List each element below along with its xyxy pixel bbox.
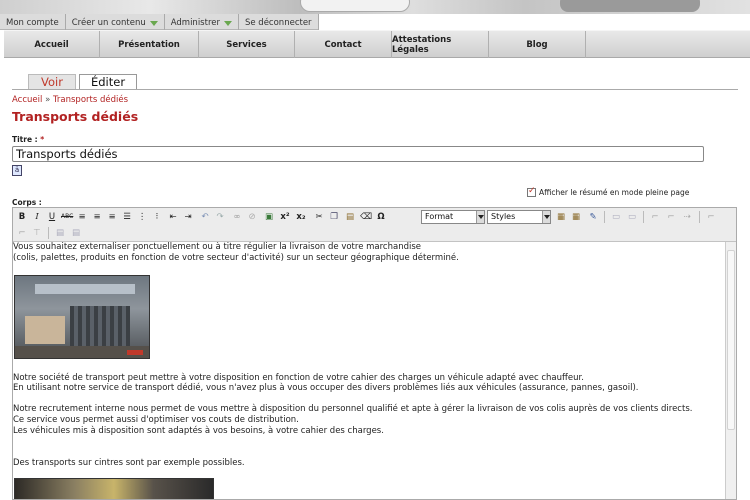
tab-edit[interactable]: Éditer xyxy=(79,74,137,89)
outdent-icon[interactable]: ⇤ xyxy=(167,211,179,223)
styles-select[interactable]: Styles xyxy=(487,210,551,224)
nav-presentation[interactable]: Présentation xyxy=(100,31,199,58)
admin-toolbar: Mon compte Créer un contenu Administrer … xyxy=(0,14,319,30)
delete-col-icon[interactable]: ⌐ xyxy=(705,211,717,223)
breadcrumb-home[interactable]: Accueil xyxy=(12,95,42,105)
bullet-list-icon[interactable]: ⁝ xyxy=(151,211,163,223)
admin-administer[interactable]: Administrer xyxy=(165,14,239,30)
warehouse-image[interactable] xyxy=(14,275,150,359)
editor-content[interactable]: Vous souhaitez externaliser ponctuelleme… xyxy=(13,242,725,499)
dropdown-arrow-icon xyxy=(223,20,232,26)
breadcrumb-separator: » xyxy=(45,95,51,105)
editor-toolbar: B I U ABC ≡ ≡ ≡ ☰ ⋮ ⁝ ⇤ ⇥ ↶ ↷ ∞ ⊘ ▣ x² x… xyxy=(13,208,736,242)
superscript-icon[interactable]: x² xyxy=(279,211,291,223)
nav-blog[interactable]: Blog xyxy=(489,31,586,58)
breadcrumb: Accueil » Transports dédiés xyxy=(12,95,128,105)
split-cell-icon[interactable]: ⌐ xyxy=(16,227,28,239)
admin-create-content[interactable]: Créer un contenu xyxy=(66,14,165,30)
align-center-icon[interactable]: ≡ xyxy=(91,211,103,223)
table-icon[interactable]: ▭ xyxy=(610,211,622,223)
numbered-list-icon[interactable]: ⋮ xyxy=(136,211,148,223)
merge-cell-icon[interactable]: ⊤ xyxy=(31,227,43,239)
paste-word-icon[interactable]: ▦ xyxy=(570,211,582,223)
editor-scrollbar[interactable] xyxy=(725,242,736,499)
paste-text-icon[interactable]: ▦ xyxy=(555,211,567,223)
cut-icon[interactable]: ✂ xyxy=(313,211,325,223)
summary-checkbox[interactable] xyxy=(527,186,536,197)
tab-view[interactable]: Voir xyxy=(28,74,76,89)
admin-my-account[interactable]: Mon compte xyxy=(0,14,66,30)
table-props-icon[interactable]: ▤ xyxy=(54,227,66,239)
transliterate-icon[interactable]: ä xyxy=(12,165,22,176)
unlink-icon[interactable]: ⊘ xyxy=(246,211,258,223)
undo-icon[interactable]: ↶ xyxy=(199,211,211,223)
delete-row-icon[interactable]: ⌐ xyxy=(665,211,677,223)
indent-icon[interactable]: ⇥ xyxy=(182,211,194,223)
edit-source-icon[interactable]: ✎ xyxy=(587,211,599,223)
italic-icon[interactable]: I xyxy=(31,211,43,223)
format-select[interactable]: Format xyxy=(421,210,485,224)
nav-contact[interactable]: Contact xyxy=(295,31,392,58)
align-left-icon[interactable]: ≡ xyxy=(76,211,88,223)
insert-row-icon[interactable]: ⌐ xyxy=(649,211,661,223)
justify-icon[interactable]: ☰ xyxy=(121,211,133,223)
chevron-down-icon xyxy=(476,211,484,223)
hr-icon[interactable]: ▭ xyxy=(626,211,638,223)
title-input[interactable] xyxy=(12,146,704,162)
redo-icon[interactable]: ↷ xyxy=(214,211,226,223)
main-navigation: Accueil Présentation Services Contact At… xyxy=(4,30,750,58)
admin-logout[interactable]: Se déconnecter xyxy=(239,14,319,30)
rich-text-editor: B I U ABC ≡ ≡ ≡ ☰ ⋮ ⁝ ⇤ ⇥ ↶ ↷ ∞ ⊘ ▣ x² x… xyxy=(12,207,737,500)
subscript-icon[interactable]: x₂ xyxy=(295,211,307,223)
link-icon[interactable]: ∞ xyxy=(231,211,243,223)
summary-option: Afficher le résumé en mode pleine page xyxy=(527,186,690,197)
cintres-image[interactable] xyxy=(14,478,214,499)
chevron-down-icon xyxy=(542,211,550,223)
strike-icon[interactable]: ABC xyxy=(61,211,73,223)
paste-icon[interactable]: ▤ xyxy=(344,211,356,223)
remove-format-icon[interactable]: ⌫ xyxy=(360,211,372,223)
nav-attestations[interactable]: Attestations Légales xyxy=(392,31,489,58)
required-marker: * xyxy=(40,135,45,144)
cell-props-icon[interactable]: ▤ xyxy=(70,227,82,239)
copy-icon[interactable]: ❐ xyxy=(328,211,340,223)
nav-accueil[interactable]: Accueil xyxy=(4,31,100,58)
title-field-label: Titre : * xyxy=(12,135,45,144)
nav-services[interactable]: Services xyxy=(199,31,295,58)
special-char-icon[interactable]: Ω xyxy=(375,211,387,223)
page-tabs: Voir Éditer xyxy=(28,74,137,89)
breadcrumb-current[interactable]: Transports dédiés xyxy=(53,95,128,105)
insert-col-icon[interactable]: ⇢ xyxy=(681,211,693,223)
summary-option-label: Afficher le résumé en mode pleine page xyxy=(539,188,690,197)
align-right-icon[interactable]: ≡ xyxy=(106,211,118,223)
image-icon[interactable]: ▣ xyxy=(263,211,275,223)
underline-icon[interactable]: U xyxy=(46,211,58,223)
dropdown-arrow-icon xyxy=(149,20,158,26)
body-field-label: Corps : xyxy=(12,198,42,207)
page-title: Transports dédiés xyxy=(12,109,139,124)
scrollbar-thumb[interactable] xyxy=(727,250,735,430)
tabs-divider xyxy=(12,89,738,90)
bold-icon[interactable]: B xyxy=(16,211,28,223)
header-banner-image xyxy=(0,0,750,14)
